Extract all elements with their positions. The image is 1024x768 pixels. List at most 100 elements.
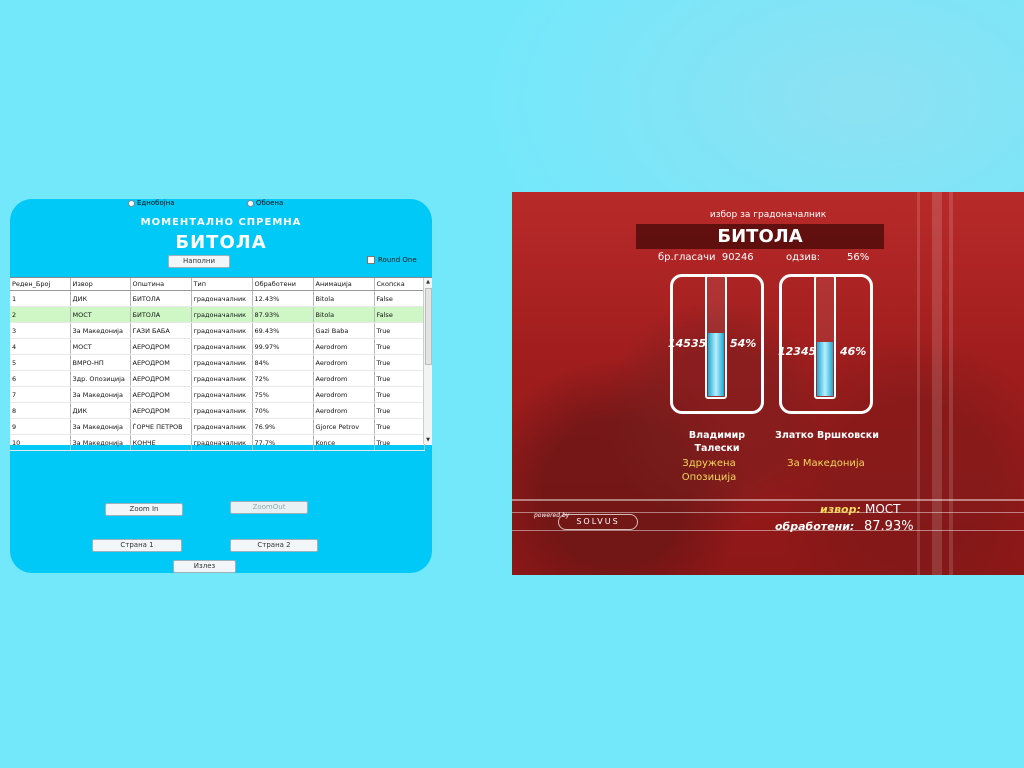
table-cell[interactable]: градоначалник [191, 402, 253, 419]
table-cell[interactable]: 8 [10, 402, 71, 419]
table-row[interactable]: 2 МОСТ БИТОЛА градоначалник 87.93% Bitola Fals… [10, 306, 425, 323]
table-row[interactable]: 8 ДИК АЕРОДРОМ градоначалник 70% Aerodrom True [10, 402, 425, 419]
column-header[interactable]: Обработени [252, 278, 314, 291]
table-cell[interactable]: True [374, 386, 425, 403]
table-cell[interactable]: Aerodrom [313, 386, 375, 403]
table-cell[interactable]: 69.43% [252, 322, 314, 339]
table-cell[interactable]: АЕРОДРОМ [130, 338, 192, 355]
table-cell[interactable]: градоначалник [191, 354, 253, 371]
table-row[interactable]: 7 За Македонија АЕРОДРОМ градоначалник 75% Ae… [10, 386, 425, 403]
table-cell[interactable]: 87.93% [252, 306, 314, 323]
table-cell[interactable]: False [374, 290, 425, 307]
table-row[interactable]: 6 Здр. Опозиција АЕРОДРОМ градоначалник 72% A… [10, 370, 425, 387]
table-cell[interactable]: ВМРО-НП [70, 354, 131, 371]
table-cell[interactable]: За Македонија [70, 434, 131, 451]
table-cell[interactable]: АЕРОДРОМ [130, 386, 192, 403]
table-cell[interactable]: За Македонија [70, 418, 131, 435]
table-cell[interactable]: 75% [252, 386, 314, 403]
table-cell[interactable]: ГАЗИ БАБА [130, 322, 192, 339]
table-cell[interactable]: 6 [10, 370, 71, 387]
table-cell[interactable]: Konce [313, 434, 375, 451]
table-cell[interactable]: градоначалник [191, 386, 253, 403]
table-cell[interactable]: True [374, 322, 425, 339]
table-cell[interactable]: 76.9% [252, 418, 314, 435]
table-row[interactable]: 10 За Македонија КОНЧЕ градоначалник 77.7% Ko… [10, 434, 425, 451]
table-cell[interactable]: градоначалник [191, 434, 253, 451]
table-cell[interactable]: 99.97% [252, 338, 314, 355]
table-cell[interactable]: True [374, 338, 425, 355]
table-cell[interactable]: 1 [10, 290, 71, 307]
table-cell[interactable]: 72% [252, 370, 314, 387]
radio-dot[interactable] [128, 199, 135, 207]
scroll-up-icon[interactable]: ▲ [424, 278, 432, 286]
table-cell[interactable]: 10 [10, 434, 71, 451]
table-cell[interactable]: 84% [252, 354, 314, 371]
table-cell[interactable]: Aerodrom [313, 338, 375, 355]
table-cell[interactable]: True [374, 370, 425, 387]
table-cell[interactable]: Bitola [313, 306, 375, 323]
table-cell[interactable]: градоначалник [191, 418, 253, 435]
table-cell[interactable]: Gjorce Petrov [313, 418, 375, 435]
table-row[interactable]: 4 МОСТ АЕРОДРОМ градоначалник 99.97% Aerodrom… [10, 338, 425, 355]
table-cell[interactable]: 5 [10, 354, 71, 371]
table-cell[interactable]: ДИК [70, 402, 131, 419]
table-cell[interactable]: градоначалник [191, 322, 253, 339]
table-cell[interactable]: 3 [10, 322, 71, 339]
table-cell[interactable]: Bitola [313, 290, 375, 307]
table-cell[interactable]: Aerodrom [313, 354, 375, 371]
column-header[interactable]: Скопска [374, 278, 425, 291]
radio-colored[interactable]: Обоена [247, 199, 283, 207]
table-row[interactable]: 3 За Македонија ГАЗИ БАБА градоначалник 69.4… [10, 322, 425, 339]
table-cell[interactable]: True [374, 402, 425, 419]
column-header[interactable]: Реден_Број [10, 278, 71, 291]
table-cell[interactable]: 77.7% [252, 434, 314, 451]
table-cell[interactable]: ЃОРЧЕ ПЕТРОВ [130, 418, 192, 435]
column-header[interactable]: Анимација [313, 278, 375, 291]
table-cell[interactable]: АЕРОДРОМ [130, 370, 192, 387]
table-cell[interactable]: градоначалник [191, 370, 253, 387]
vertical-scrollbar[interactable]: ▲ ▼ [423, 278, 432, 444]
table-cell[interactable]: Gazi Baba [313, 322, 375, 339]
table-cell[interactable]: Aerodrom [313, 370, 375, 387]
table-cell[interactable]: градоначалник [191, 290, 253, 307]
table-cell[interactable]: МОСТ [70, 306, 131, 323]
table-cell[interactable]: За Македонија [70, 386, 131, 403]
table-cell[interactable]: ДИК [70, 290, 131, 307]
table-cell[interactable]: КОНЧЕ [130, 434, 192, 451]
table-cell[interactable]: True [374, 354, 425, 371]
scroll-thumb[interactable] [425, 288, 432, 365]
zoom-out-button[interactable]: ZoomOut [230, 501, 308, 514]
table-row[interactable]: 1 ДИК БИТОЛА градоначалник 12.43% Bitola False [10, 290, 425, 307]
scroll-down-icon[interactable]: ▼ [424, 436, 432, 444]
table-cell[interactable]: True [374, 418, 425, 435]
zoom-in-button[interactable]: Zoom In [105, 503, 183, 516]
column-header[interactable]: Тип [191, 278, 253, 291]
column-header[interactable]: Извор [70, 278, 131, 291]
table-cell[interactable]: МОСТ [70, 338, 131, 355]
column-header[interactable]: Општина [130, 278, 192, 291]
table-cell[interactable]: False [374, 306, 425, 323]
round-one-checkbox[interactable]: Round One [367, 256, 417, 264]
table-cell[interactable]: Aerodrom [313, 402, 375, 419]
table-cell[interactable]: Здр. Опозиција [70, 370, 131, 387]
page-1-button[interactable]: Страна 1 [92, 539, 182, 552]
table-cell[interactable]: True [374, 434, 425, 451]
table-cell[interactable]: АЕРОДРОМ [130, 354, 192, 371]
table-cell[interactable]: 12.43% [252, 290, 314, 307]
radio-dot[interactable] [247, 199, 254, 207]
table-cell[interactable]: градоначалник [191, 338, 253, 355]
table-cell[interactable]: 70% [252, 402, 314, 419]
radio-single-color[interactable]: Еднобојна [128, 199, 175, 207]
fill-button[interactable]: Наполни [168, 255, 230, 268]
table-row[interactable]: 9 За Македонија ЃОРЧЕ ПЕТРОВ градоначалник 7… [10, 418, 425, 435]
table-cell[interactable]: градоначалник [191, 306, 253, 323]
table-cell[interactable]: БИТОЛА [130, 290, 192, 307]
page-2-button[interactable]: Страна 2 [230, 539, 318, 552]
exit-button[interactable]: Излез [173, 560, 236, 573]
table-cell[interactable]: 2 [10, 306, 71, 323]
table-cell[interactable]: За Македонија [70, 322, 131, 339]
table-cell[interactable]: 7 [10, 386, 71, 403]
data-grid[interactable]: Реден_Број Извор Општина Тип Обработени … [10, 277, 432, 451]
checkbox-box[interactable] [367, 256, 375, 264]
table-cell[interactable]: БИТОЛА [130, 306, 192, 323]
